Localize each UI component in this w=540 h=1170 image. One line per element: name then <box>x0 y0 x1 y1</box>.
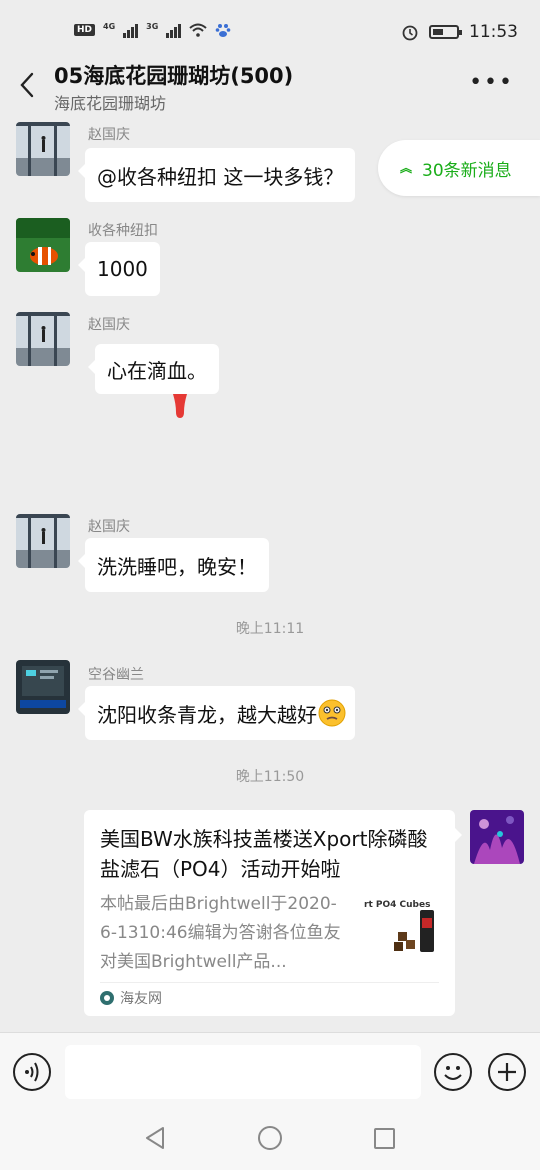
network-4g-label: 4G <box>103 22 116 31</box>
sender-name: 赵国庆 <box>88 519 130 535</box>
more-functions-button[interactable] <box>488 1053 526 1091</box>
status-left: HD 4G 3G <box>74 22 231 38</box>
new-messages-label: 30条新消息 <box>422 160 512 181</box>
blood-drip-decoration <box>173 394 187 418</box>
signal-icon <box>123 22 139 38</box>
avatar[interactable] <box>16 660 70 714</box>
timestamp: 晚上11:50 <box>235 769 305 785</box>
avatar[interactable] <box>16 122 70 176</box>
battery-icon <box>429 25 462 39</box>
chat-title: 05海底花园珊瑚坊(500) <box>54 64 294 88</box>
message-bubble[interactable]: 沈阳收条青龙，越大越好 <box>78 686 355 740</box>
card-thumbnail-text: rt PO4 Cubes <box>364 900 431 910</box>
message-bubble[interactable]: 洗洗睡吧，晚安！ <box>78 538 269 592</box>
card-description: 本帖最后由Brightwell于2020-6-1310:46编辑为答谢各位鱼友对… <box>100 894 341 972</box>
alarm-icon <box>402 25 418 41</box>
double-chevron-up-icon: ︽ <box>400 161 413 175</box>
message-bubble[interactable]: @收各种纽扣 这一块多钱？ <box>77 148 356 202</box>
sender-name: 赵国庆 <box>88 127 130 143</box>
message-bubble[interactable]: 心在滴血。 <box>88 344 219 394</box>
plus-icon <box>498 1063 516 1081</box>
hd-badge: HD <box>74 24 96 36</box>
card-thumbnail: rt PO4 Cubes <box>364 894 440 960</box>
message-text: 心在滴血。 <box>107 358 207 383</box>
more-options-button[interactable]: ••• <box>469 72 514 94</box>
chat-area[interactable]: 赵国庆 @收各种纽扣 这一块多钱？ ︽ 30条新消息 收各种纽扣 1000 赵国… <box>0 118 540 1032</box>
new-messages-button[interactable]: ︽ 30条新消息 <box>378 140 540 196</box>
card-source-label: 海友网 <box>120 991 162 1007</box>
message-text: 洗洗睡吧，晚安！ <box>97 554 257 579</box>
nav-back-icon[interactable] <box>144 1126 166 1150</box>
message-bubble[interactable]: 1000 <box>78 242 160 296</box>
smiley-icon <box>444 1066 462 1080</box>
card-title: 美国BW水族科技盖楼送Xport除磷酸盐滤石（PO4）活动开始啦 <box>100 827 428 881</box>
own-avatar[interactable] <box>470 810 524 864</box>
nav-home-icon[interactable] <box>258 1126 282 1150</box>
status-bar: HD 4G 3G 11:53 <box>0 0 540 62</box>
avatar[interactable] <box>16 514 70 568</box>
message-text: 1000 <box>97 257 148 281</box>
voice-wave-icon <box>25 1062 39 1082</box>
baidu-paw-icon <box>215 24 231 37</box>
chat-header: 05海底花园珊瑚坊(500) 海底花园珊瑚坊 ••• <box>0 56 540 118</box>
card-source: 海友网 <box>100 988 162 1008</box>
clock: 11:53 <box>469 22 518 42</box>
chat-subtitle: 海底花园珊瑚坊 <box>54 94 167 113</box>
emoji-button[interactable] <box>434 1053 472 1091</box>
card-divider <box>100 982 439 983</box>
network-3g-label: 3G <box>146 22 159 31</box>
shared-link-card[interactable]: 美国BW水族科技盖楼送Xport除磷酸盐滤石（PO4）活动开始啦 本帖最后由Br… <box>84 810 462 1016</box>
avatar[interactable] <box>16 218 70 272</box>
signal-icon-2 <box>166 22 182 38</box>
nav-recent-apps-icon[interactable] <box>374 1128 395 1149</box>
message-text: 沈阳收条青龙，越大越好 <box>97 702 317 727</box>
system-nav-bar <box>0 1110 540 1170</box>
sender-name: 空谷幽兰 <box>88 667 144 683</box>
sender-name: 赵国庆 <box>88 317 130 333</box>
input-bar <box>0 1032 540 1110</box>
message-input[interactable] <box>65 1045 421 1099</box>
back-arrow-icon[interactable] <box>16 70 40 100</box>
sender-name: 收各种纽扣 <box>88 223 158 239</box>
status-right: 11:53 <box>401 22 518 42</box>
voice-input-button[interactable] <box>13 1053 51 1091</box>
wifi-icon <box>189 23 207 37</box>
source-logo-icon <box>100 991 114 1005</box>
message-text: @收各种纽扣 这一块多钱？ <box>97 164 344 189</box>
timestamp: 晚上11:11 <box>235 621 305 637</box>
avatar[interactable] <box>16 312 70 366</box>
thinking-face-emoji-icon <box>318 699 346 727</box>
